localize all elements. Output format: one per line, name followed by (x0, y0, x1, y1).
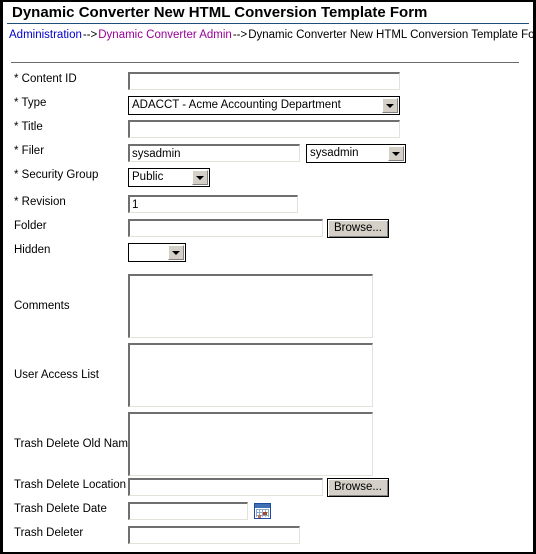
control-security-group: Public (128, 168, 210, 187)
row-hidden: Hidden (3, 243, 533, 271)
trash-delete-location-input[interactable] (128, 478, 323, 496)
type-select-value: ADACCT - Acme Accounting Department (132, 99, 341, 111)
chevron-down-icon[interactable] (382, 98, 398, 113)
security-group-select-value: Public (132, 171, 164, 183)
control-folder: Browse... (128, 219, 389, 238)
breadcrumb-link-dynamic-converter-admin[interactable]: Dynamic Converter Admin (98, 29, 232, 41)
security-group-select[interactable]: Public (128, 168, 210, 187)
control-trash-delete-old-name (128, 411, 373, 476)
row-user-access-list: User Access List (3, 340, 533, 409)
control-content-id (128, 72, 400, 90)
browse-folder-button[interactable]: Browse... (327, 219, 389, 238)
user-access-list-textarea[interactable] (128, 342, 373, 407)
label-trash-deleter: Trash Deleter (14, 527, 84, 539)
row-comments: Comments (3, 271, 533, 340)
control-revision: 1 (128, 195, 298, 213)
filer-select[interactable]: sysadmin (306, 144, 406, 163)
label-title: * Title (14, 121, 43, 133)
row-trash-deleter: Trash Deleter (3, 526, 533, 550)
control-filer: sysadmin sysadmin (128, 144, 406, 163)
label-hidden: Hidden (14, 244, 51, 256)
row-revision: * Revision 1 (3, 195, 533, 219)
control-title (128, 120, 400, 138)
control-user-access-list (128, 342, 373, 407)
label-comments: Comments (14, 299, 70, 312)
breadcrumb: Administration-->Dynamic Converter Admin… (3, 24, 533, 41)
row-trash-delete-old-name: Trash Delete Old Name (3, 409, 533, 478)
chevron-down-icon[interactable] (192, 170, 208, 185)
breadcrumb-separator-1: --> (82, 29, 98, 41)
row-security-group: * Security Group Public (3, 168, 533, 195)
label-type: * Type (14, 97, 47, 109)
type-select[interactable]: ADACCT - Acme Accounting Department (128, 96, 400, 115)
row-trash-delete-location: Trash Delete Location Browse... (3, 478, 533, 502)
control-comments (128, 273, 373, 338)
row-folder: Folder Browse... (3, 219, 533, 243)
label-revision: * Revision (14, 196, 66, 208)
page-content: Dynamic Converter New HTML Conversion Te… (3, 2, 533, 552)
label-filer: * Filer (14, 145, 45, 157)
row-type: * Type ADACCT - Acme Accounting Departme… (3, 96, 533, 120)
revision-input[interactable]: 1 (128, 195, 298, 213)
browser-page: Dynamic Converter New HTML Conversion Te… (0, 0, 536, 554)
control-hidden (128, 243, 186, 262)
row-content-id: * Content ID (3, 72, 533, 96)
page-title: Dynamic Converter New HTML Conversion Te… (12, 4, 428, 21)
control-trash-deleter (128, 526, 300, 544)
label-security-group: * Security Group (14, 169, 99, 181)
breadcrumb-current: Dynamic Converter New HTML Conversion Te… (248, 29, 536, 41)
folder-input[interactable] (128, 219, 323, 237)
trash-deleter-input[interactable] (128, 526, 300, 544)
trash-delete-old-name-textarea[interactable] (128, 411, 373, 476)
label-trash-delete-location: Trash Delete Location (14, 479, 127, 491)
new-template-form: * Content ID * Type ADACCT - Acme Accoun… (3, 72, 533, 550)
calendar-icon[interactable] (254, 503, 271, 519)
browse-trash-location-button[interactable]: Browse... (327, 478, 389, 497)
control-trash-delete-date (128, 502, 271, 520)
label-trash-delete-old-name: Trash Delete Old Name (14, 437, 135, 450)
comments-textarea[interactable] (128, 273, 373, 338)
breadcrumb-link-administration[interactable]: Administration (9, 29, 82, 41)
label-folder: Folder (14, 220, 47, 232)
form-top-divider (11, 62, 519, 63)
filer-input[interactable]: sysadmin (128, 144, 300, 162)
label-user-access-list: User Access List (14, 368, 99, 381)
row-title: * Title (3, 120, 533, 144)
title-input[interactable] (128, 120, 400, 138)
label-trash-delete-date: Trash Delete Date (14, 503, 107, 515)
control-type: ADACCT - Acme Accounting Department (128, 96, 400, 115)
chevron-down-icon[interactable] (168, 245, 184, 260)
trash-delete-date-input[interactable] (128, 502, 248, 520)
content-id-input[interactable] (128, 72, 400, 90)
hidden-select[interactable] (128, 243, 186, 262)
filer-select-value: sysadmin (310, 147, 359, 159)
row-trash-delete-date: Trash Delete Date (3, 502, 533, 526)
breadcrumb-separator-2: --> (232, 29, 248, 41)
row-filer: * Filer sysadmin sysadmin (3, 144, 533, 168)
chevron-down-icon[interactable] (388, 146, 404, 161)
control-trash-delete-location: Browse... (128, 478, 389, 497)
label-content-id: * Content ID (14, 73, 77, 85)
